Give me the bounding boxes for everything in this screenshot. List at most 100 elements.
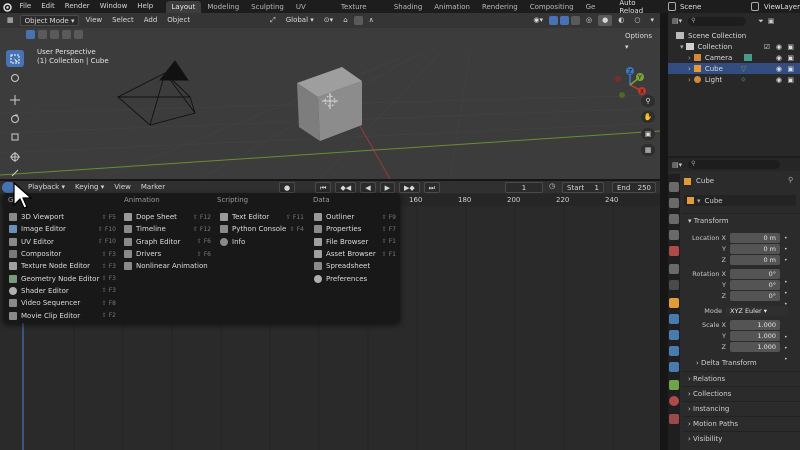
menu-item-nonlinear-animation[interactable]: Nonlinear Animation [124, 260, 211, 272]
proportional-falloff-icon[interactable]: ∧ [365, 15, 378, 26]
tab-animation[interactable]: Animation [428, 1, 476, 13]
rotation-mode-dropdown[interactable]: XYZ Euler ▾ [726, 306, 788, 316]
clock-icon[interactable]: ◷ [549, 182, 555, 190]
menu-marker[interactable]: Marker [137, 182, 169, 193]
menu-item-info[interactable]: Info [220, 236, 304, 248]
menu-item-texture-node-editor[interactable]: Texture Node Editor ⇧ F3 [9, 260, 116, 272]
outliner-search-input[interactable]: ⚲ [688, 16, 747, 26]
visibility-eye-icon[interactable]: ◉ [776, 43, 782, 51]
menu-help[interactable]: Help [132, 0, 158, 13]
menu-view[interactable]: View [81, 15, 106, 26]
snap-icon[interactable]: ⌂ [339, 15, 351, 26]
physics-tab-icon[interactable] [669, 346, 679, 356]
cursor-tool-icon[interactable] [6, 69, 24, 86]
end-frame-field[interactable]: End 250 [612, 182, 656, 193]
render-tab-icon[interactable] [669, 198, 679, 208]
expand-arrow-icon[interactable]: › [688, 54, 691, 62]
jump-start-icon[interactable]: ⏮ [315, 182, 332, 193]
location-z-field[interactable]: 0 m [730, 255, 780, 265]
visibility-eye-icon[interactable]: ◉ [776, 76, 782, 84]
record-icon[interactable]: ● [279, 182, 296, 193]
constraints-tab-icon[interactable] [669, 362, 679, 372]
transform-section-header[interactable]: ▾ Transform [682, 213, 800, 227]
modifier-tab-icon[interactable] [669, 314, 679, 324]
solid-shading-icon[interactable]: ● [598, 15, 613, 26]
menu-item-drivers[interactable]: Drivers ⇧ F6 [124, 248, 211, 260]
view-layer-name[interactable]: ViewLayer [764, 3, 800, 11]
rotation-y-field[interactable]: 0° [730, 280, 780, 290]
menu-timeline-view[interactable]: View [110, 182, 135, 193]
menu-keying[interactable]: Keying ▾ [71, 182, 108, 193]
outliner-row-collection[interactable]: ▾ Collection ☑ ◉ ▣ [668, 41, 800, 52]
properties-panel[interactable]: ▤▾ ⚲ Cube ⚲ ▾ Cube ▾ Transform Location … [668, 158, 800, 450]
options-button[interactable]: Options ▾ [621, 31, 658, 51]
next-keyframe-icon[interactable]: ▶◆ [398, 182, 420, 193]
overlay-toggle-icon[interactable] [560, 16, 570, 25]
menu-add[interactable]: Add [140, 15, 162, 26]
relations-section[interactable]: › Relations [682, 371, 800, 385]
menu-item-outliner[interactable]: Outliner ⇧ F9 [314, 211, 396, 223]
rendered-shading-icon[interactable]: ○ [630, 15, 644, 26]
motion-paths-section[interactable]: › Motion Paths [682, 416, 800, 430]
collections-section[interactable]: › Collections [682, 386, 800, 400]
menu-render[interactable]: Render [60, 0, 95, 13]
scale-y-field[interactable]: 1.000 [730, 331, 780, 341]
outliner-row-camera[interactable]: › Camera ◉ ▣ [668, 52, 800, 63]
transform-orientation-icon[interactable]: ⤢ [266, 15, 280, 26]
wireframe-shading-icon[interactable]: ◎ [582, 15, 596, 26]
data-tab-icon[interactable] [669, 380, 679, 390]
select-subtract-icon[interactable] [50, 30, 59, 39]
select-invert-icon[interactable] [62, 30, 71, 39]
location-x-field[interactable]: 0 m [730, 233, 780, 243]
outliner-row-cube[interactable]: › Cube ▽ ◉ ▣ [668, 63, 800, 74]
visibility-section[interactable]: › Visibility [682, 431, 800, 445]
location-y-field[interactable]: 0 m [730, 244, 780, 254]
rotation-x-field[interactable]: 0° [730, 269, 780, 279]
pivot-icon[interactable]: ⊙▾ [320, 15, 337, 26]
menu-item-video-sequencer[interactable]: Video Sequencer ⇧ F8 [9, 297, 116, 309]
scene-icon[interactable] [667, 2, 676, 11]
object-mode-dropdown[interactable]: Object Mode ▾ [19, 15, 80, 26]
scene-name[interactable]: Scene [680, 3, 733, 11]
3d-viewport[interactable]: ▦ Object Mode ▾ View Select Add Object ⤢… [0, 13, 660, 179]
xray-toggle-icon[interactable] [571, 16, 581, 25]
expand-arrow-icon[interactable]: › [688, 65, 691, 73]
exclude-checkbox-icon[interactable]: ☑ [764, 43, 770, 51]
transform-tool-icon[interactable] [6, 148, 24, 165]
keyframe-dots[interactable]: • • • • • • • • • [784, 233, 788, 365]
particles-tab-icon[interactable] [669, 330, 679, 340]
menu-item-text-editor[interactable]: Text Editor ⇧ F11 [220, 211, 304, 223]
menu-item-uv-editor[interactable]: UV Editor ⇧ F10 [9, 236, 116, 248]
new-collection-icon[interactable]: ▣ [768, 17, 775, 25]
menu-item-timeline[interactable]: Timeline ⇧ F12 [124, 223, 211, 235]
jump-end-icon[interactable]: ⏭ [423, 182, 441, 193]
play-reverse-icon[interactable]: ◀ [360, 182, 376, 193]
pan-hand-icon[interactable]: ✋ [641, 111, 655, 123]
menu-item-preferences[interactable]: Preferences [314, 272, 396, 284]
expand-arrow-icon[interactable]: ▾ [680, 43, 684, 51]
tab-uv-editing[interactable]: UV Editing [290, 1, 335, 23]
menu-item-movie-clip-editor[interactable]: Movie Clip Editor ⇧ F2 [9, 309, 116, 321]
start-frame-field[interactable]: Start 1 [562, 182, 604, 193]
menu-object[interactable]: Object [163, 15, 194, 26]
light-data-icon[interactable]: ☼ [740, 76, 746, 84]
select-extend-icon[interactable] [38, 30, 47, 39]
menu-item-graph-editor[interactable]: Graph Editor ⇧ F6 [124, 236, 211, 248]
blender-logo-icon[interactable] [0, 0, 14, 13]
camera-view-icon[interactable]: ▣ [641, 128, 655, 140]
menu-file[interactable]: File [14, 0, 36, 13]
output-tab-icon[interactable] [669, 214, 679, 224]
material-tab-icon[interactable] [669, 396, 679, 406]
menu-item-dope-sheet[interactable]: Dope Sheet ⇧ F12 [124, 211, 211, 223]
collection-tab-icon[interactable] [669, 280, 679, 290]
transform-orientation-dropdown[interactable]: Global ▾ [282, 15, 318, 26]
menu-item-asset-browser[interactable]: Asset Browser ⇧ F1 [314, 248, 396, 260]
annotate-tool-icon[interactable] [6, 168, 24, 178]
shading-options-icon[interactable]: ▾ [646, 15, 658, 26]
visibility-icon[interactable]: ◉▾ [529, 15, 547, 26]
delta-transform-section[interactable]: › Delta Transform [690, 356, 800, 370]
outliner-row-scene-collection[interactable]: Scene Collection [668, 30, 800, 41]
menu-edit[interactable]: Edit [36, 0, 60, 13]
pin-icon[interactable]: ⚲ [788, 176, 793, 184]
scale-z-field[interactable]: 1.000 [730, 342, 780, 352]
